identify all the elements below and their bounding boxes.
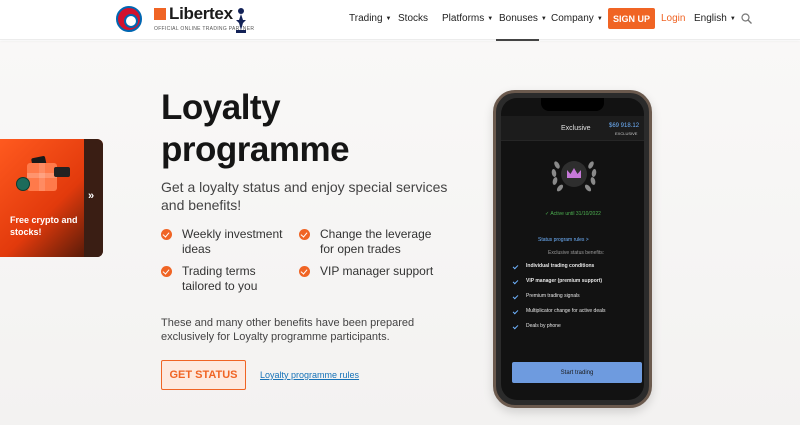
status-name: Exclusive	[561, 125, 591, 132]
check-icon	[512, 323, 519, 329]
loyalty-rules-link[interactable]: Loyalty programme rules	[260, 370, 359, 380]
laurel-crown-icon	[551, 161, 597, 192]
check-icon	[512, 278, 519, 284]
language-selector[interactable]: English ▼	[694, 13, 736, 24]
active-until-text: ✓ Active until 31/10/2022	[545, 211, 601, 217]
libertex-logo-mark[interactable]	[154, 8, 166, 20]
hero-subtitle: Get a loyalty status and enjoy special s…	[161, 179, 448, 213]
promo-banner[interactable]: Free crypto and stocks! »	[0, 139, 103, 257]
chevron-down-icon: ▼	[729, 16, 736, 22]
benefit-item: Weekly investment ideas	[161, 227, 291, 257]
nav-company[interactable]: Company ▼	[551, 13, 603, 24]
fc-bayern-logo[interactable]	[116, 6, 142, 32]
nav-trading[interactable]: Trading ▼	[349, 13, 392, 24]
page-title: Loyalty programme	[161, 88, 350, 169]
search-icon[interactable]	[741, 13, 752, 24]
libertex-logo-text[interactable]: Libertex	[169, 4, 233, 24]
nav-active-indicator	[496, 39, 539, 41]
nav-stocks[interactable]: Stocks	[398, 13, 428, 24]
get-status-button[interactable]: GET STATUS	[161, 360, 246, 390]
benefit-item: Change the leverage for open trades	[299, 227, 439, 257]
check-circle-icon	[161, 229, 172, 240]
chevron-down-icon: ▼	[385, 16, 392, 22]
chevron-down-icon: ▼	[540, 16, 547, 22]
status-benefit-item: Individual trading conditions	[512, 263, 594, 269]
phone-notch	[541, 98, 604, 111]
nav-platforms[interactable]: Platforms ▼	[442, 13, 493, 24]
status-tier-badge: EXCLUSIVE	[615, 131, 638, 136]
check-circle-icon	[299, 266, 310, 277]
login-link[interactable]: Login	[661, 13, 685, 24]
benefit-item: VIP manager support	[299, 264, 449, 279]
account-balance: $69 918.12	[609, 123, 640, 129]
chevron-down-icon: ▼	[596, 16, 603, 22]
phone-mockup: Exclusive $69 918.12 EXCLUSIVE ✓ Active …	[493, 90, 652, 408]
benefits-note: These and many other benefits have been …	[161, 317, 415, 343]
status-benefit-item: Premium trading signals	[512, 293, 580, 299]
status-benefits-heading: Exclusive status benefits:	[548, 250, 605, 256]
phone-screen: Exclusive $69 918.12 EXCLUSIVE ✓ Active …	[501, 98, 644, 400]
check-icon	[512, 263, 519, 269]
nav-bonuses[interactable]: Bonuses ▼	[499, 13, 547, 24]
benefit-item: Trading terms tailored to you	[161, 264, 291, 294]
status-benefit-item: Deals by phone	[512, 323, 561, 329]
check-icon	[512, 293, 519, 299]
check-circle-icon	[299, 229, 310, 240]
signup-button[interactable]: SIGN UP	[608, 8, 655, 29]
coin-icon	[16, 177, 30, 191]
start-trading-button[interactable]: Start trading	[512, 362, 642, 383]
double-chevron-right-icon[interactable]: »	[88, 190, 94, 202]
tottenham-logo[interactable]	[233, 6, 249, 34]
tag-icon	[54, 167, 70, 177]
gift-icon	[27, 163, 57, 191]
promo-text: Free crypto and stocks!	[10, 215, 78, 237]
status-benefit-item: Multiplicator change for active deals	[512, 308, 606, 314]
status-benefit-item: VIP manager (premium support)	[512, 278, 602, 284]
chevron-down-icon: ▼	[487, 16, 494, 22]
top-navbar: Libertex OFFICIAL ONLINE TRADING PARTNER…	[0, 0, 800, 41]
check-circle-icon	[161, 266, 172, 277]
check-icon	[512, 308, 519, 314]
status-rules-link[interactable]: Status program rules >	[538, 237, 589, 243]
